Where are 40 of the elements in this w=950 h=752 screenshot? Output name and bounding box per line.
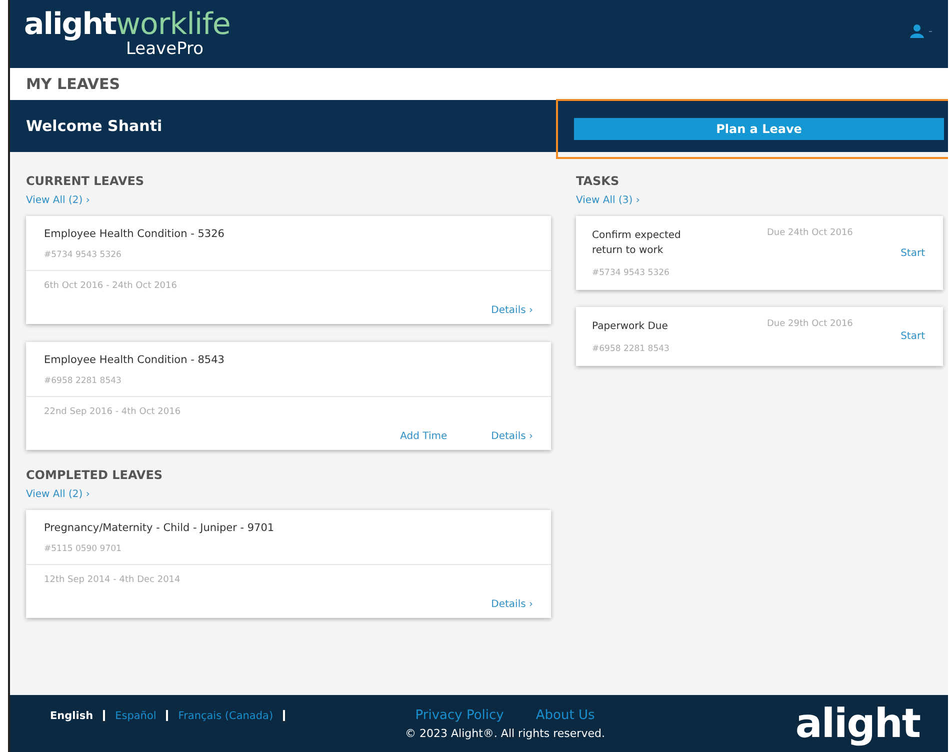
logo-accent-text: worklife (116, 10, 230, 40)
language-link[interactable]: Français (Canada) (178, 710, 274, 722)
leave-title: Employee Health Condition - 8543 (44, 354, 226, 366)
leave-dates: 6th Oct 2016 - 24th Oct 2016 (44, 281, 178, 291)
product-name: LeavePro (126, 40, 205, 58)
leave-dates: 12th Sep 2014 - 4th Dec 2014 (44, 575, 182, 585)
footer-link[interactable]: About Us (536, 708, 595, 722)
plan-leave-button[interactable]: Plan a Leave (574, 118, 944, 140)
task-reference: #5734 9543 5326 (592, 268, 670, 278)
leave-dates: 22nd Sep 2016 - 4th Oct 2016 (44, 407, 182, 417)
start-link[interactable]: Start (900, 248, 925, 258)
task-due-date: Due 29th Oct 2016 (767, 319, 854, 331)
card-action-link[interactable]: Add Time (400, 431, 448, 442)
start-link[interactable]: Start (900, 331, 925, 342)
card-action-link[interactable]: Details › (491, 305, 533, 316)
task-reference: #6958 2281 8543 (592, 344, 670, 354)
view-all-link[interactable]: View All (2) › (26, 489, 90, 500)
language-link[interactable]: English (50, 710, 94, 722)
page-title: MY LEAVES (26, 75, 120, 93)
card-action-link[interactable]: Details › (491, 431, 533, 442)
leave-title: Pregnancy/Maternity - Child - Juniper - 9701 (44, 522, 276, 534)
leave-reference: #5115 0590 9701 (44, 544, 122, 554)
leave-reference: #5734 9543 5326 (44, 250, 122, 260)
logo-text: alight (24, 10, 116, 40)
task-title: Confirm expected return to work (592, 229, 682, 258)
language-link[interactable]: Español (115, 710, 156, 722)
view-all-link[interactable]: View All (3) › (576, 195, 640, 206)
section-heading: CURRENT LEAVES (26, 174, 146, 188)
footer-link[interactable]: Privacy Policy (415, 708, 504, 722)
footer-logo: alight (795, 700, 920, 746)
task-title: Paperwork Due (592, 320, 669, 334)
card-action-link[interactable]: Details › (491, 599, 533, 610)
view-all-link[interactable]: View All (2) › (26, 195, 90, 206)
task-due-date: Due 24th Oct 2016 (767, 228, 854, 240)
welcome-text: Welcome Shanti (26, 117, 162, 135)
leave-reference: #6958 2281 8543 (44, 376, 122, 386)
section-heading: COMPLETED LEAVES (26, 468, 164, 482)
copyright-text: © 2023 Alight®. All rights reserved. (405, 726, 605, 740)
section-heading: TASKS (576, 174, 620, 188)
leave-title: Employee Health Condition - 5326 (44, 228, 226, 240)
